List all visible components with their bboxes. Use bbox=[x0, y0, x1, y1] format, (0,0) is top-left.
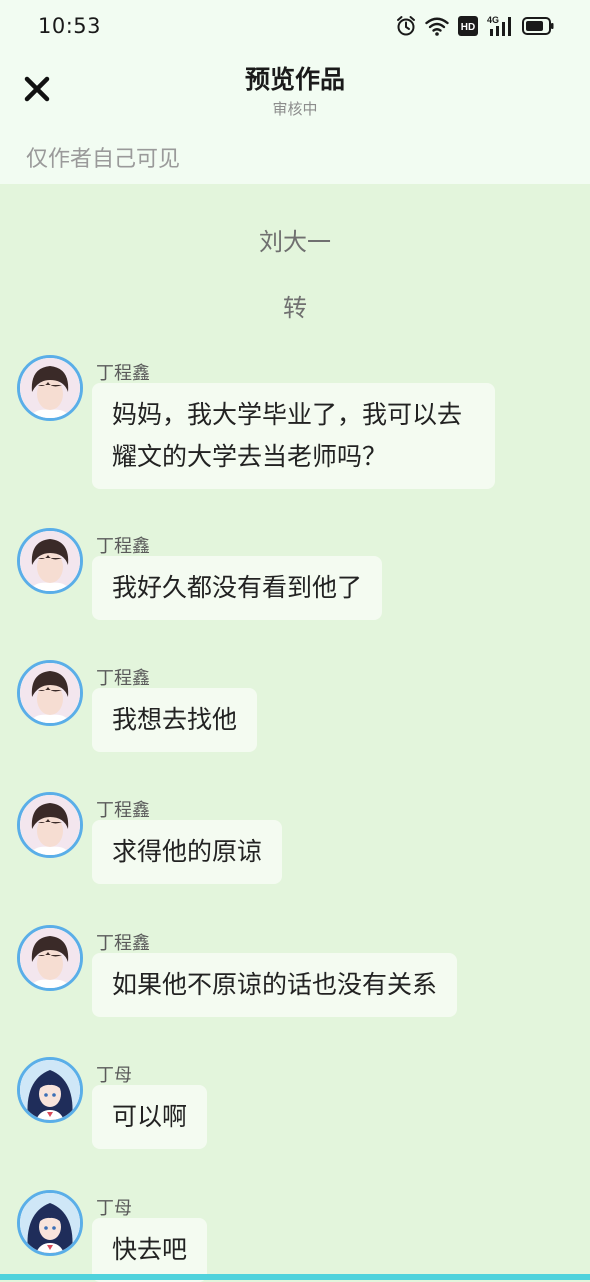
boy-avatar-icon bbox=[20, 663, 80, 723]
message-bubble[interactable]: 快去吧 bbox=[92, 1218, 208, 1282]
bottom-toolbar-edge bbox=[0, 1274, 590, 1280]
status-time: 10:53 bbox=[38, 14, 102, 38]
sender-name: 丁母 bbox=[96, 1065, 132, 1086]
story-subtitle: 转 bbox=[283, 294, 307, 322]
alarm-icon bbox=[396, 15, 416, 37]
boy-avatar-icon bbox=[20, 531, 80, 591]
status-icons: HD 4G bbox=[396, 14, 554, 38]
message-bubble[interactable]: 求得他的原谅 bbox=[92, 820, 283, 884]
signal-icon: 4G bbox=[487, 15, 513, 37]
message-bubble[interactable]: 我想去找他 bbox=[92, 688, 258, 752]
anime-girl-avatar-icon bbox=[20, 1060, 80, 1120]
sender-name: 丁程鑫 bbox=[96, 933, 150, 954]
sender-name: 丁程鑫 bbox=[96, 800, 150, 821]
boy-avatar-icon bbox=[20, 928, 80, 988]
avatar[interactable] bbox=[17, 355, 83, 421]
review-status: 审核中 bbox=[272, 100, 318, 118]
hd-label: HD bbox=[461, 22, 475, 33]
hd-icon: HD bbox=[458, 16, 478, 36]
sender-name: 丁程鑫 bbox=[96, 668, 150, 689]
boy-avatar-icon bbox=[20, 795, 80, 855]
avatar[interactable] bbox=[17, 792, 83, 858]
anime-girl-avatar-icon bbox=[20, 1193, 80, 1253]
status-bar: 10:53 HD 4G bbox=[0, 0, 590, 52]
sender-name: 丁母 bbox=[96, 1198, 132, 1219]
story-title: 刘大一 bbox=[259, 228, 331, 256]
sender-name: 丁程鑫 bbox=[96, 536, 150, 557]
avatar[interactable] bbox=[17, 1190, 83, 1256]
message-bubble[interactable]: 如果他不原谅的话也没有关系 bbox=[92, 953, 458, 1017]
sender-name: 丁程鑫 bbox=[96, 363, 150, 384]
visibility-note: 仅作者自己可见 bbox=[26, 147, 181, 172]
avatar[interactable] bbox=[17, 528, 83, 594]
message-bubble[interactable]: 妈妈，我大学毕业了，我可以去耀文的大学去当老师吗？ bbox=[92, 383, 495, 489]
avatar[interactable] bbox=[17, 1057, 83, 1123]
boy-avatar-icon bbox=[20, 358, 80, 418]
wifi-icon bbox=[425, 16, 449, 36]
avatar[interactable] bbox=[17, 660, 83, 726]
message-bubble[interactable]: 可以啊 bbox=[92, 1085, 208, 1149]
page-title: 预览作品 bbox=[244, 65, 345, 94]
avatar[interactable] bbox=[17, 925, 83, 991]
message-bubble[interactable]: 我好久都没有看到他了 bbox=[92, 556, 383, 620]
network-label: 4G bbox=[487, 15, 499, 25]
battery-icon bbox=[522, 17, 554, 35]
